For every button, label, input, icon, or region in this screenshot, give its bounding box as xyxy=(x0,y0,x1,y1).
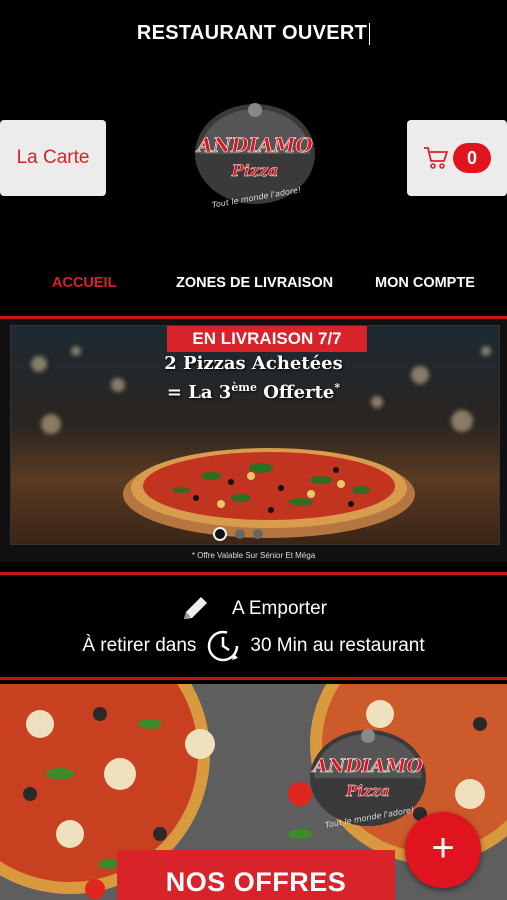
nos-offres-label: NOS OFFRES xyxy=(165,867,347,897)
promo-line-2-sup: ème xyxy=(231,381,257,394)
cart-count: 0 xyxy=(466,147,477,168)
takeaway-pickup-time: 30 Min au restaurant xyxy=(250,635,425,656)
carousel-dot-active[interactable] xyxy=(213,527,227,541)
tab-accueil[interactable]: ACCUEIL xyxy=(52,275,116,291)
carousel-dots xyxy=(213,527,263,541)
andiamo-logo-secondary: ANDIAMO Pizza Tout le monde l'adore! xyxy=(310,729,426,830)
cart-icon xyxy=(424,147,448,169)
cart-button[interactable]: 0 xyxy=(407,120,507,196)
logo-sub-text: Pizza xyxy=(231,161,279,180)
logo-sub-text: Pizza xyxy=(345,782,390,800)
takeaway-title: A Emporter xyxy=(231,598,328,619)
takeaway-time-row: À retirer dans 30 Min au restaurant xyxy=(0,627,507,665)
tab-zones-de-livraison[interactable]: ZONES DE LIVRAISON xyxy=(176,275,333,291)
promo-line-1: 2 Pizzas Achetées xyxy=(164,353,343,374)
menu-button[interactable]: La Carte xyxy=(0,120,106,196)
text-caret xyxy=(369,22,371,45)
takeaway-title-row: A Emporter xyxy=(0,595,507,623)
promo-carousel[interactable]: EN LIVRAISON 7/7 2 Pizzas Achetées = La … xyxy=(0,316,507,562)
takeaway-pickup-label: À retirer dans xyxy=(82,635,197,656)
carousel-dot[interactable] xyxy=(253,529,263,539)
promo-line-2-a: = La 3 xyxy=(166,382,232,403)
bokeh-light xyxy=(41,414,61,434)
tab-mon-compte[interactable]: MON COMPTE xyxy=(375,275,475,291)
promo-line-2-star: * xyxy=(334,381,341,394)
promo-line-2-b: Offerte xyxy=(256,382,335,403)
status-text: RESTAURANT OUVERT xyxy=(136,22,368,44)
bokeh-light xyxy=(451,410,473,432)
logo-brand-text: ANDIAMO xyxy=(195,133,313,157)
main-nav: ACCUEIL ZONES DE LIVRAISON MON COMPTE xyxy=(0,272,507,296)
takeaway-panel[interactable]: A Emporter À retirer dans 30 Min au rest… xyxy=(0,572,507,680)
add-fab-button[interactable]: + xyxy=(405,812,481,888)
nos-offres-button[interactable]: NOS OFFRES xyxy=(117,850,395,900)
pizza-image xyxy=(123,448,415,538)
carousel-dot[interactable] xyxy=(235,529,245,539)
offer-footnote: * Offre Valable Sur Sénior Et Méga xyxy=(191,551,316,560)
logo-brand-text: ANDIAMO xyxy=(311,755,423,777)
clock-icon xyxy=(208,630,239,662)
andiamo-logo[interactable]: ANDIAMO Pizza Tout le monde l'adore! xyxy=(190,96,320,214)
restaurant-status: RESTAURANT OUVERT xyxy=(0,22,507,45)
menu-button-label: La Carte xyxy=(16,147,90,168)
delivery-tag: EN LIVRAISON 7/7 xyxy=(167,326,367,352)
pencil-icon xyxy=(183,597,207,619)
plus-icon: + xyxy=(431,826,455,870)
promo-line-2: = La 3ème Offerte* xyxy=(0,381,507,403)
cart-count-badge: 0 xyxy=(453,143,491,173)
